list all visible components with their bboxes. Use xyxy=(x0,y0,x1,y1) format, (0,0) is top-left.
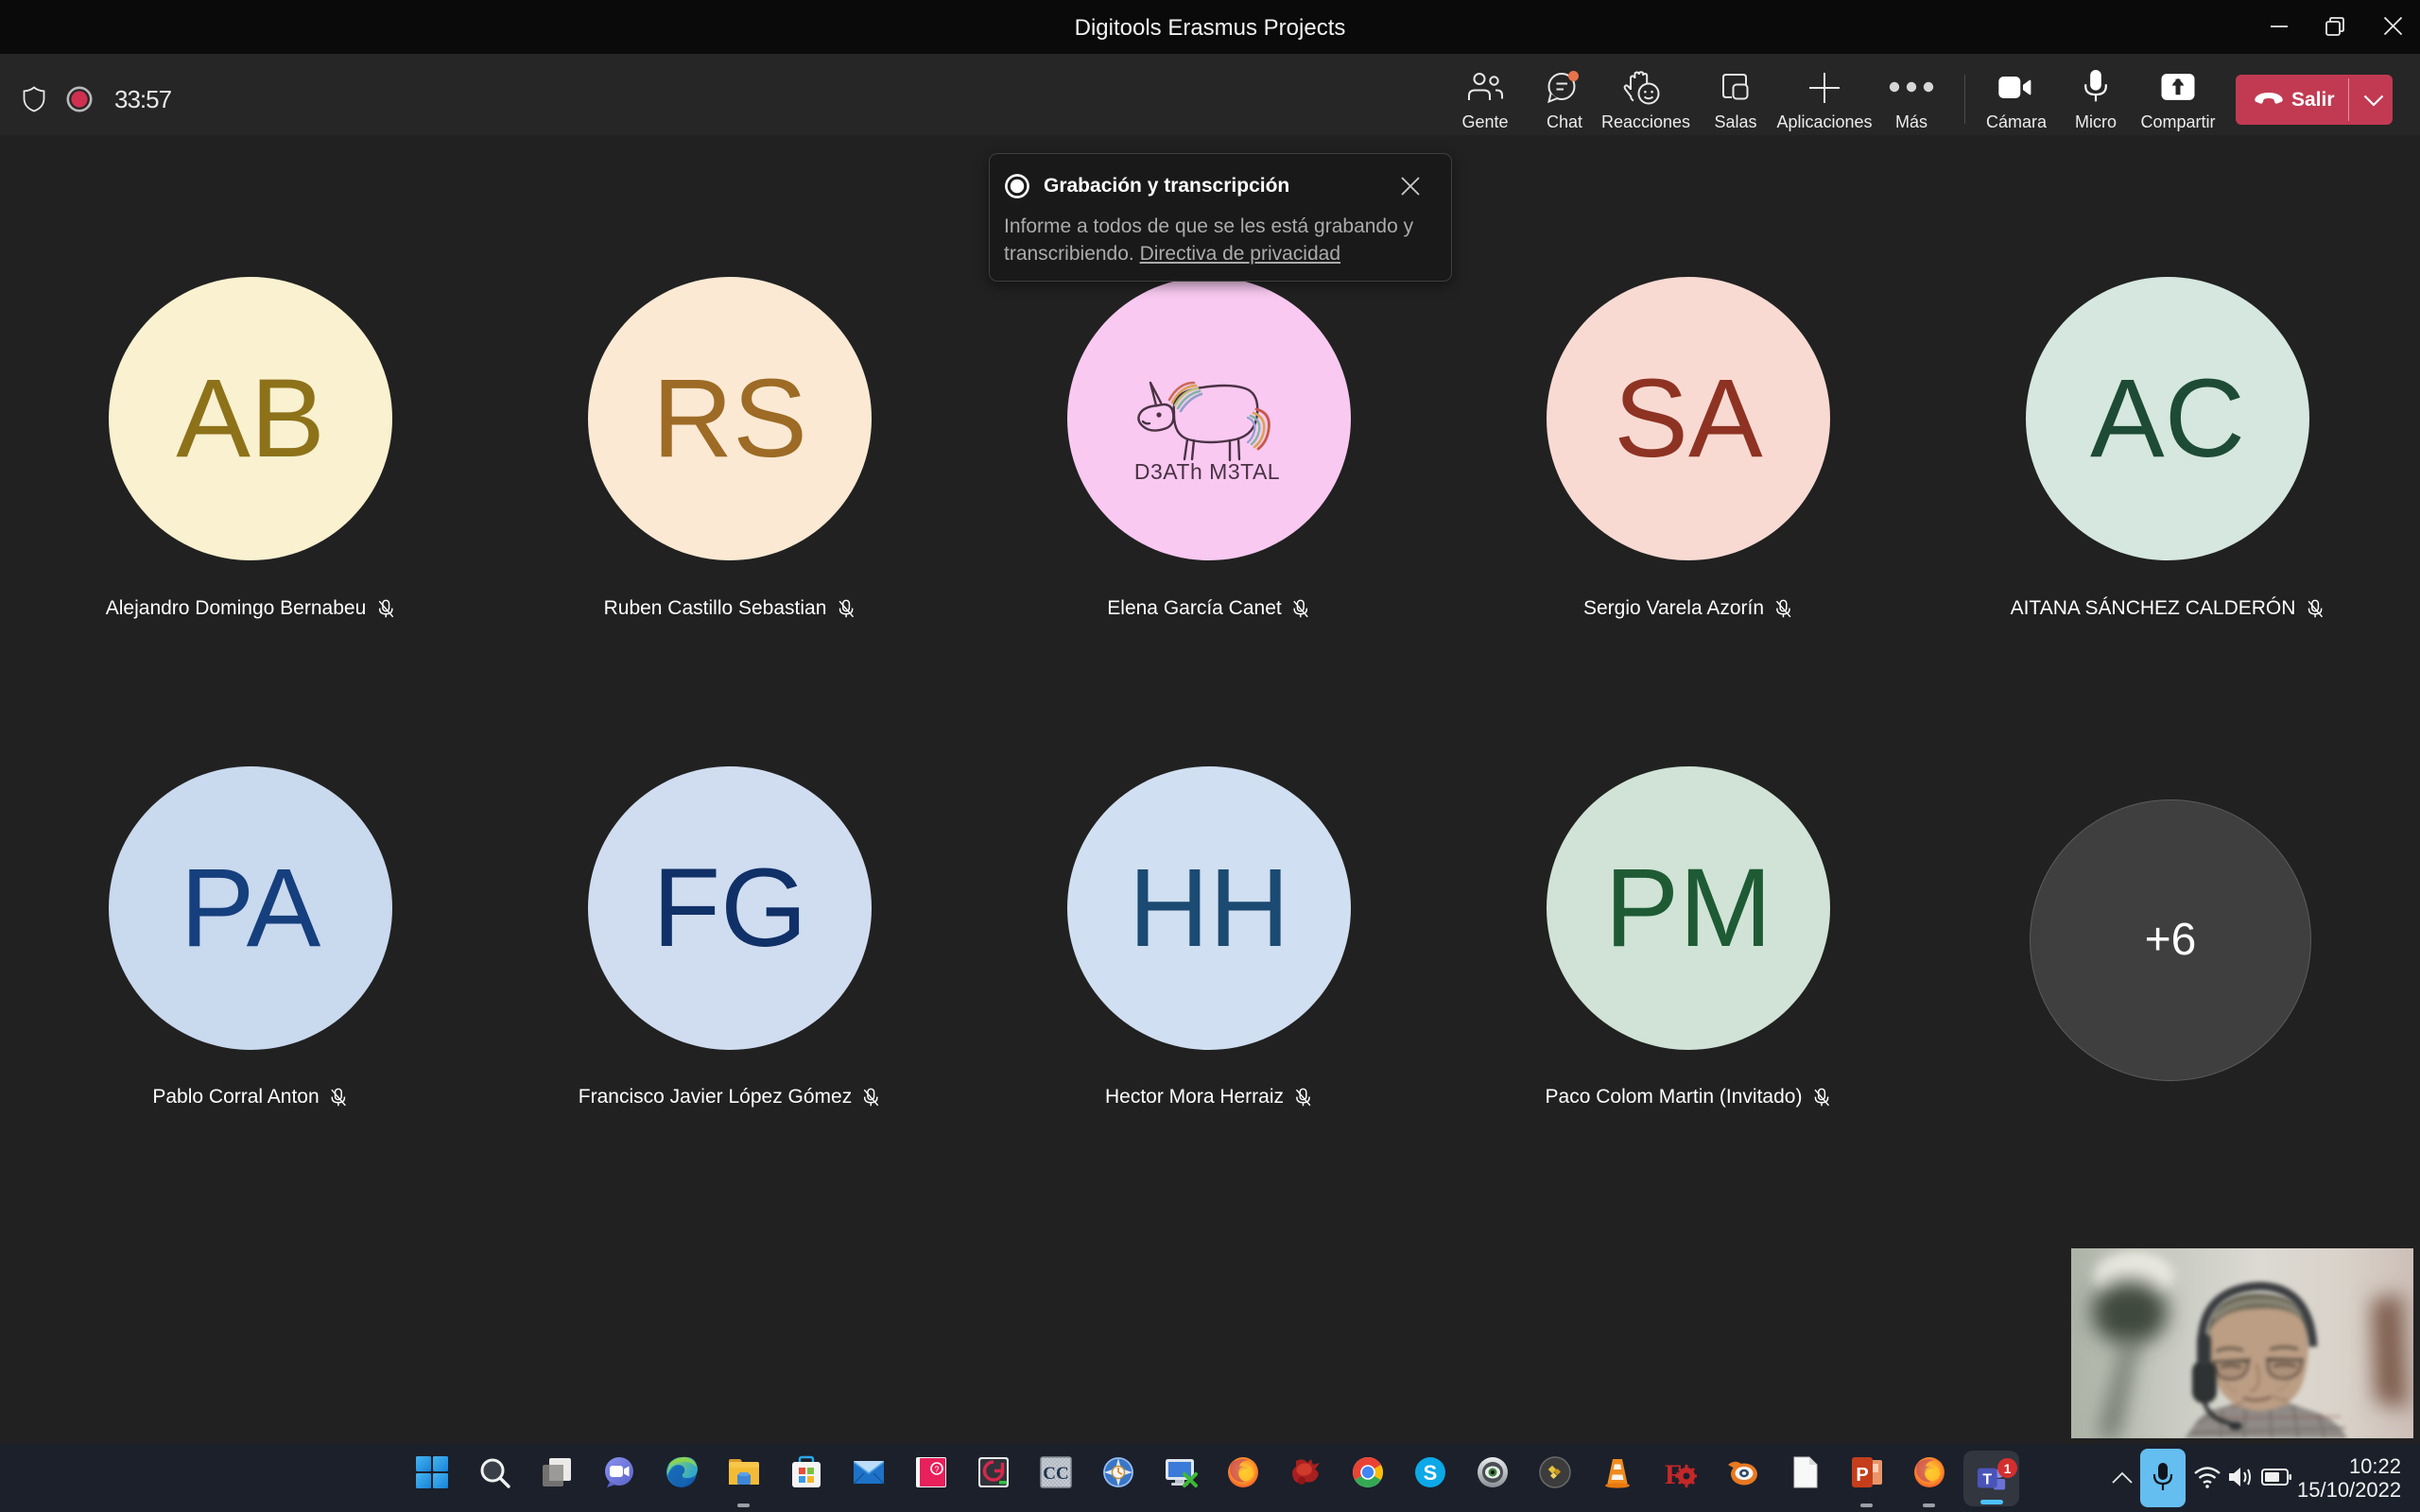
svg-text:S: S xyxy=(1424,1461,1438,1485)
svg-text:CC: CC xyxy=(1043,1464,1068,1484)
svg-text:T: T xyxy=(1982,1471,1992,1488)
svg-text:D3ATh M3TAL: D3ATh M3TAL xyxy=(1134,459,1280,484)
svg-text:P: P xyxy=(1856,1465,1868,1486)
svg-text:?: ? xyxy=(934,1465,939,1474)
